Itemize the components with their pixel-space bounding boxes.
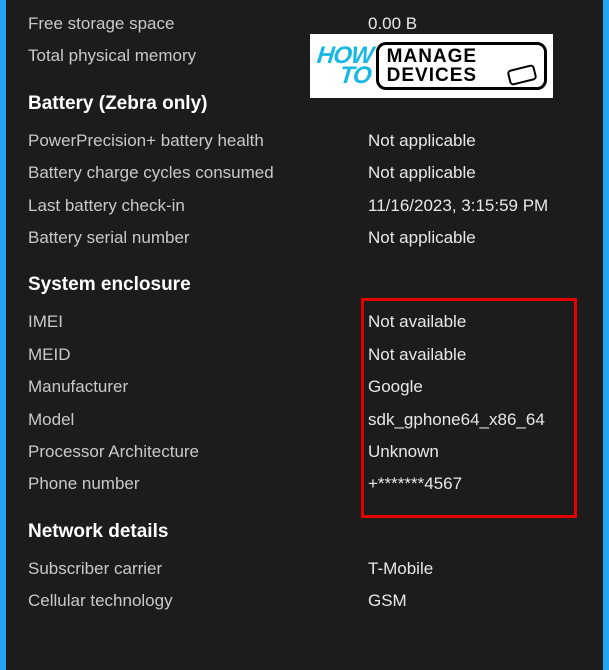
label-free-storage: Free storage space xyxy=(28,14,368,34)
label-manufacturer: Manufacturer xyxy=(28,377,368,397)
value-battery-health: Not applicable xyxy=(368,131,581,151)
row-battery-checkin: Last battery check-in 11/16/2023, 3:15:5… xyxy=(28,190,581,222)
value-manufacturer: Google xyxy=(368,377,581,397)
row-processor-arch: Processor Architecture Unknown xyxy=(28,436,581,468)
row-battery-health: PowerPrecision+ battery health Not appli… xyxy=(28,125,581,157)
value-meid: Not available xyxy=(368,345,581,365)
value-phone-number: +*******4567 xyxy=(368,474,581,494)
label-cellular-tech: Cellular technology xyxy=(28,591,368,611)
row-manufacturer: Manufacturer Google xyxy=(28,371,581,403)
row-battery-cycles: Battery charge cycles consumed Not appli… xyxy=(28,157,581,189)
value-imei: Not available xyxy=(368,312,581,332)
row-battery-serial: Battery serial number Not applicable xyxy=(28,222,581,254)
value-battery-checkin: 11/16/2023, 3:15:59 PM xyxy=(368,196,581,216)
label-imei: IMEI xyxy=(28,312,368,332)
row-subscriber-carrier: Subscriber carrier T-Mobile xyxy=(28,553,581,585)
section-title-enclosure: System enclosure xyxy=(28,254,581,306)
value-battery-cycles: Not applicable xyxy=(368,163,581,183)
device-details-panel: Free storage space 0.00 B Total physical… xyxy=(6,0,603,670)
value-subscriber-carrier: T-Mobile xyxy=(368,559,581,579)
label-battery-cycles: Battery charge cycles consumed xyxy=(28,163,368,183)
label-model: Model xyxy=(28,410,368,430)
row-imei: IMEI Not available xyxy=(28,306,581,338)
label-battery-health: PowerPrecision+ battery health xyxy=(28,131,368,151)
label-battery-checkin: Last battery check-in xyxy=(28,196,368,216)
label-subscriber-carrier: Subscriber carrier xyxy=(28,559,368,579)
value-battery-serial: Not applicable xyxy=(368,228,581,248)
row-cellular-tech: Cellular technology GSM xyxy=(28,585,581,617)
label-phone-number: Phone number xyxy=(28,474,368,494)
logo-line1: MANAGE xyxy=(387,47,536,66)
value-free-storage: 0.00 B xyxy=(368,14,581,34)
value-cellular-tech: GSM xyxy=(368,591,581,611)
value-processor-arch: Unknown xyxy=(368,442,581,462)
logo-box: MANAGE DEVICES xyxy=(376,42,547,90)
row-phone-number: Phone number +*******4567 xyxy=(28,468,581,500)
row-meid: MEID Not available xyxy=(28,339,581,371)
section-title-network: Network details xyxy=(28,501,581,553)
logo-howto-text: HOW TO xyxy=(314,46,378,86)
value-model: sdk_gphone64_x86_64 xyxy=(368,410,581,430)
label-battery-serial: Battery serial number xyxy=(28,228,368,248)
label-processor-arch: Processor Architecture xyxy=(28,442,368,462)
logo-to: TO xyxy=(314,66,372,86)
row-model: Model sdk_gphone64_x86_64 xyxy=(28,404,581,436)
watermark-logo: HOW TO MANAGE DEVICES xyxy=(310,34,553,98)
label-meid: MEID xyxy=(28,345,368,365)
